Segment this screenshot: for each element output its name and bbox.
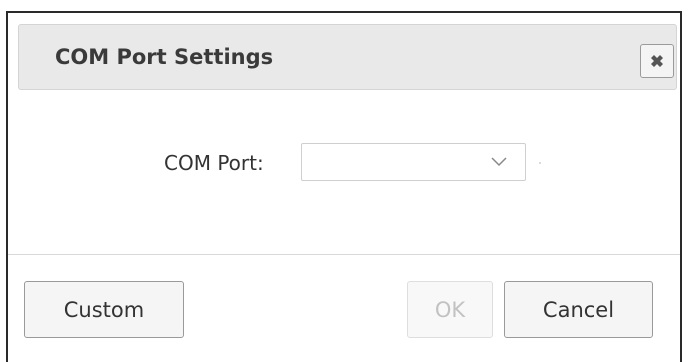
- dialog-title: COM Port Settings: [55, 45, 274, 69]
- close-button[interactable]: [640, 44, 674, 78]
- dialog-titlebar: COM Port Settings: [18, 24, 677, 90]
- com-port-label: COM Port:: [164, 151, 264, 175]
- ok-button[interactable]: OK: [407, 281, 493, 338]
- cancel-button[interactable]: Cancel: [504, 281, 653, 338]
- com-port-field-row: COM Port:: [8, 143, 680, 183]
- chevron-down-icon: [491, 157, 507, 167]
- footer-divider: [8, 254, 680, 255]
- custom-button[interactable]: Custom: [24, 281, 184, 338]
- close-x-icon: [651, 55, 663, 67]
- field-indicator-dot: [539, 162, 541, 164]
- com-port-select[interactable]: [301, 143, 526, 181]
- com-port-settings-dialog: COM Port Settings COM Port: Custom OK Ca…: [6, 11, 682, 362]
